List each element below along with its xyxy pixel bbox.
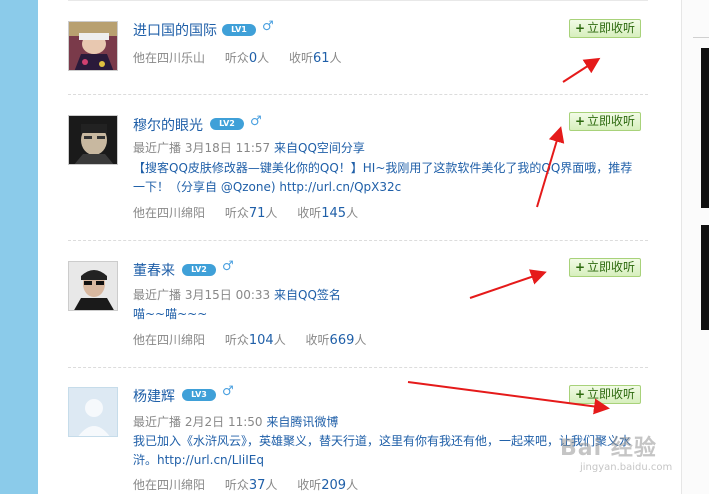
sidebar-dark-block xyxy=(701,48,709,208)
user-row: 穆尔的眼光 LV2 ♂ 最近广播 3月18日 11:57 来自QQ空间分享 【搜… xyxy=(68,112,648,241)
user-stats: 他在四川绵阳 听众71人 收听145人 xyxy=(133,204,374,221)
broadcast-text[interactable]: 喵~~喵~~~ xyxy=(133,305,643,324)
male-icon: ♂ xyxy=(222,259,234,274)
user-row: 进口国的国际 LV1 ♂ 他在四川乐山 听众0人 收听61人 + 立即收听 xyxy=(68,19,648,95)
user-name[interactable]: 进口国的国际 xyxy=(133,20,217,40)
following-stat[interactable]: 收听669人 xyxy=(306,333,367,348)
user-stats: 他在四川绵阳 听众37人 收听209人 xyxy=(133,476,374,493)
row-separator xyxy=(68,240,648,241)
level-badge: LV2 xyxy=(182,264,216,276)
listen-button[interactable]: + 立即收听 xyxy=(569,112,641,131)
broadcast-text[interactable]: 【搜客QQ皮肤修改器—键美化你的QQ！】HI~我刚用了这款软件美化了我的QQ界面… xyxy=(133,159,643,197)
avatar[interactable] xyxy=(68,387,118,437)
row-separator xyxy=(68,367,648,368)
user-stats: 他在四川乐山 听众0人 收听61人 xyxy=(133,49,358,66)
recent-broadcast-meta: 最近广播 3月18日 11:57 来自QQ空间分享 xyxy=(133,141,365,155)
user-name[interactable]: 杨建辉 xyxy=(133,386,175,406)
following-stat[interactable]: 收听145人 xyxy=(297,206,358,221)
listen-button[interactable]: + 立即收听 xyxy=(569,19,641,38)
listen-button[interactable]: + 立即收听 xyxy=(569,385,641,404)
listen-button[interactable]: + 立即收听 xyxy=(569,258,641,277)
sidebar-divider xyxy=(693,37,709,38)
male-icon: ♂ xyxy=(222,384,234,399)
listeners-stat[interactable]: 听众104人 xyxy=(225,333,286,348)
row-separator xyxy=(68,94,648,95)
following-stat[interactable]: 收听209人 xyxy=(297,478,358,493)
location-text: 他在四川绵阳 xyxy=(133,478,206,492)
location-text: 他在四川绵阳 xyxy=(133,206,206,220)
location-text: 他在四川绵阳 xyxy=(133,333,206,347)
user-name[interactable]: 董春来 xyxy=(133,260,175,280)
user-stats: 他在四川绵阳 听众104人 收听669人 xyxy=(133,331,382,348)
broadcast-source[interactable]: 来自腾讯微博 xyxy=(266,415,338,429)
level-badge: LV2 xyxy=(210,118,244,130)
male-icon: ♂ xyxy=(250,114,262,129)
avatar[interactable] xyxy=(68,21,118,71)
recent-broadcast-meta: 最近广播 2月2日 11:50 来自腾讯微博 xyxy=(133,415,339,429)
level-badge: LV1 xyxy=(222,24,256,36)
watermark: Bai 经验 jingyan.baidu.com xyxy=(560,436,673,473)
level-badge: LV3 xyxy=(182,389,216,401)
user-row: 董春来 LV2 ♂ 最近广播 3月15日 00:33 来自QQ签名 喵~~喵~~… xyxy=(68,258,648,368)
avatar[interactable] xyxy=(68,115,118,165)
sidebar-dark-block xyxy=(701,225,709,330)
broadcast-source[interactable]: 来自QQ签名 xyxy=(274,288,341,302)
following-stat[interactable]: 收听61人 xyxy=(289,51,342,66)
listeners-stat[interactable]: 听众0人 xyxy=(225,51,269,66)
broadcast-source[interactable]: 来自QQ空间分享 xyxy=(274,141,365,155)
male-icon: ♂ xyxy=(262,19,274,34)
listeners-stat[interactable]: 听众71人 xyxy=(225,206,278,221)
top-divider xyxy=(68,0,648,1)
avatar[interactable] xyxy=(68,261,118,311)
user-name[interactable]: 穆尔的眼光 xyxy=(133,115,203,135)
location-text: 他在四川乐山 xyxy=(133,51,206,65)
left-background-strip xyxy=(0,0,38,494)
listeners-stat[interactable]: 听众37人 xyxy=(225,478,278,493)
recent-broadcast-meta: 最近广播 3月15日 00:33 来自QQ签名 xyxy=(133,288,341,302)
